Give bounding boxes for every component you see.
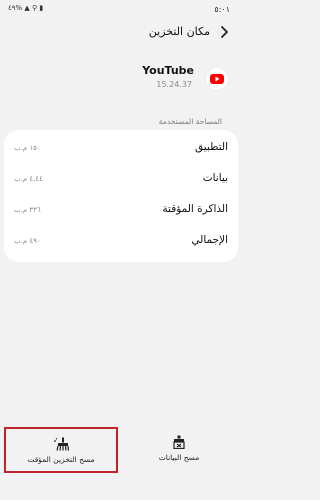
storage-card: التطبيق ١٥٠ م.ب بيانات ٤.٤٤ م.ب الذاكرة …	[4, 130, 238, 262]
youtube-app-icon	[206, 68, 228, 90]
app-version: 15.24.37	[156, 80, 192, 89]
row-label: بيانات	[202, 172, 228, 184]
page-title: مكان التخزين	[148, 25, 210, 38]
app-info: YouTube 15.24.37	[0, 60, 242, 100]
row-label: الذاكرة المؤقتة	[162, 203, 228, 215]
clear-data-button[interactable]: مسح البيانات	[122, 427, 236, 473]
app-name: YouTube	[142, 64, 194, 77]
storage-row-app: التطبيق ١٥٠ م.ب	[4, 134, 238, 164]
row-value: ٤٩٠ م.ب	[14, 237, 41, 245]
storage-row-total: الإجمالي ٤٩٠ م.ب	[4, 227, 238, 257]
row-label: التطبيق	[195, 141, 228, 153]
broom-icon	[54, 437, 69, 451]
back-arrow-icon[interactable]	[216, 24, 232, 40]
status-bar: ٤٩% ▲ ⚲ ▮ ٥:٠١	[0, 0, 242, 20]
eraser-icon	[173, 435, 185, 449]
youtube-play-icon	[210, 74, 224, 84]
row-label: الإجمالي	[191, 234, 228, 246]
clear-cache-button[interactable]: مسح التخزين المؤقت	[4, 427, 118, 473]
row-value: ٣٣٦ م.ب	[14, 206, 41, 214]
row-value: ٤.٤٤ م.ب	[14, 175, 43, 183]
status-time: ٥:٠١	[214, 5, 230, 14]
clear-data-label: مسح البيانات	[158, 453, 200, 462]
section-label-used-space: المساحة المستخدمة	[158, 117, 222, 126]
status-icons: ٤٩% ▲ ⚲ ▮	[8, 4, 44, 12]
storage-row-data: بيانات ٤.٤٤ م.ب	[4, 165, 238, 195]
row-value: ١٥٠ م.ب	[14, 144, 41, 152]
header: مكان التخزين	[0, 22, 242, 44]
bottom-action-bar: مسح التخزين المؤقت مسح البيانات	[0, 425, 242, 500]
storage-row-cache: الذاكرة المؤقتة ٣٣٦ م.ب	[4, 196, 238, 226]
clear-cache-label: مسح التخزين المؤقت	[27, 455, 95, 464]
